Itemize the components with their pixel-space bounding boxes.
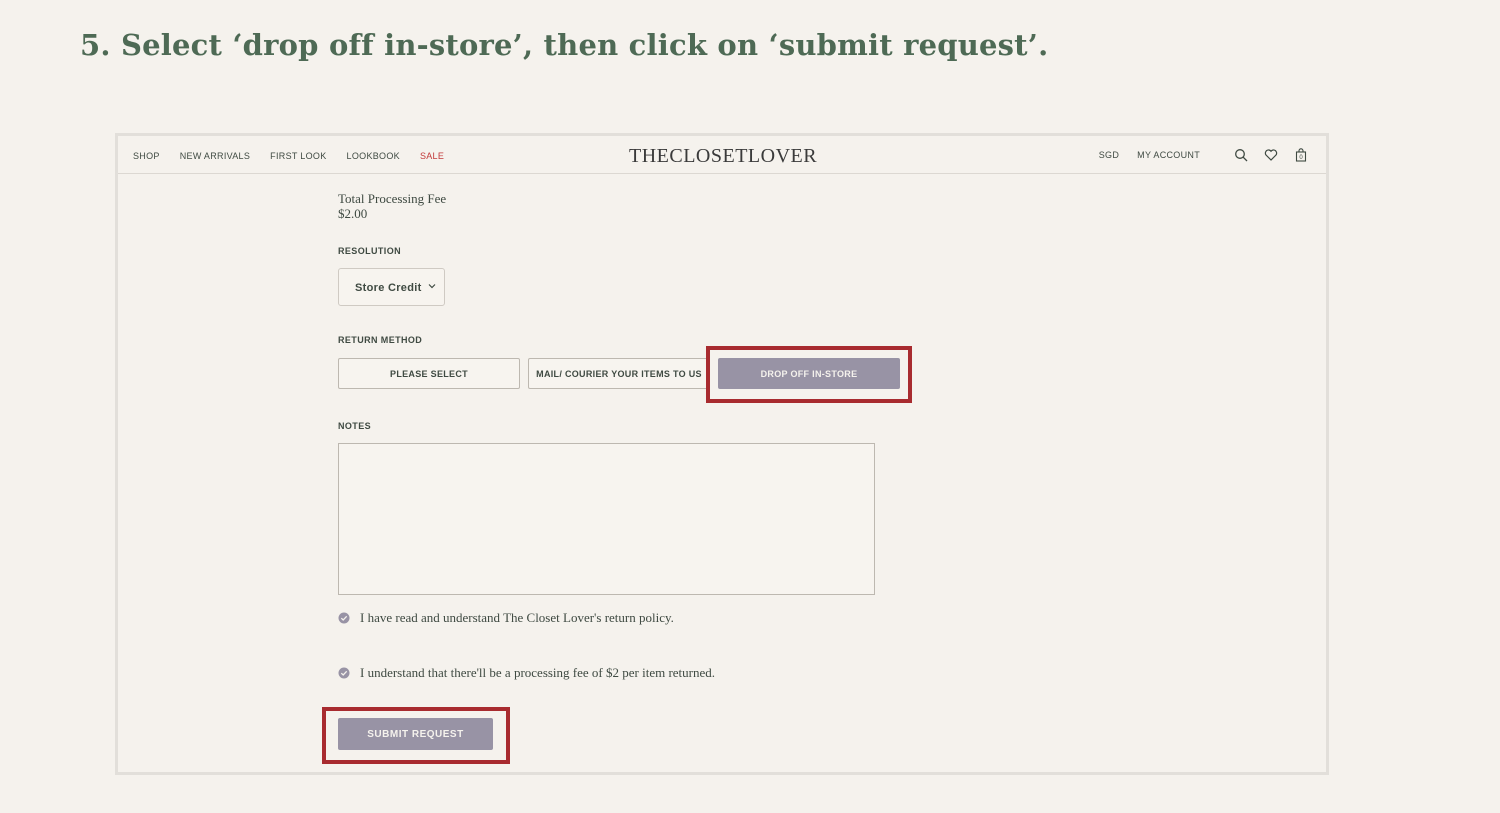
processing-fee-label: Total Processing Fee — [338, 191, 447, 206]
policy-checkbox-row[interactable]: I have read and understand The Closet Lo… — [338, 610, 674, 626]
return-method-label: RETURN METHOD — [338, 335, 423, 345]
my-account-link[interactable]: MY ACCOUNT — [1137, 150, 1200, 160]
resolution-select[interactable]: Store Credit — [338, 268, 445, 306]
main-nav: SHOP NEW ARRIVALS FIRST LOOK LOOKBOOK SA… — [133, 151, 464, 161]
instruction-heading: 5. Select ‘drop off in-store’, then clic… — [80, 28, 1049, 62]
nav-utilities: SGD MY ACCOUNT 0 — [1099, 148, 1308, 162]
heart-icon[interactable] — [1264, 148, 1278, 162]
top-navbar: SHOP NEW ARRIVALS FIRST LOOK LOOKBOOK SA… — [118, 136, 1326, 174]
brand-logo[interactable]: THECLOSETLOVER — [629, 145, 817, 168]
checkbox-checked-icon[interactable] — [338, 667, 350, 679]
nav-sale[interactable]: SALE — [420, 151, 444, 161]
nav-new-arrivals[interactable]: NEW ARRIVALS — [180, 151, 250, 161]
highlight-submit — [322, 707, 510, 764]
method-please-select[interactable]: PLEASE SELECT — [338, 358, 520, 389]
cart-count: 0 — [1299, 155, 1303, 161]
fee-checkbox-row[interactable]: I understand that there'll be a processi… — [338, 665, 715, 681]
chevron-down-icon — [428, 284, 436, 289]
notes-label: NOTES — [338, 421, 372, 431]
policy-checkbox-label: I have read and understand The Closet Lo… — [360, 610, 674, 625]
highlight-drop-off — [706, 346, 912, 403]
search-icon[interactable] — [1234, 148, 1248, 162]
screenshot-frame: SHOP NEW ARRIVALS FIRST LOOK LOOKBOOK SA… — [115, 133, 1329, 775]
checkbox-checked-icon[interactable] — [338, 612, 350, 624]
notes-textarea[interactable] — [338, 443, 875, 595]
fee-checkbox-label: I understand that there'll be a processi… — [360, 665, 716, 680]
shopping-bag-icon[interactable]: 0 — [1294, 148, 1308, 162]
resolution-label: RESOLUTION — [338, 246, 402, 256]
method-mail-courier[interactable]: MAIL/ COURIER YOUR ITEMS TO US — [528, 358, 710, 389]
nav-shop[interactable]: SHOP — [133, 151, 160, 161]
nav-first-look[interactable]: FIRST LOOK — [270, 151, 326, 161]
currency-selector[interactable]: SGD — [1099, 150, 1119, 160]
processing-fee-value: $2.00 — [338, 206, 368, 221]
resolution-value: Store Credit — [355, 282, 422, 294]
nav-lookbook[interactable]: LOOKBOOK — [347, 151, 400, 161]
